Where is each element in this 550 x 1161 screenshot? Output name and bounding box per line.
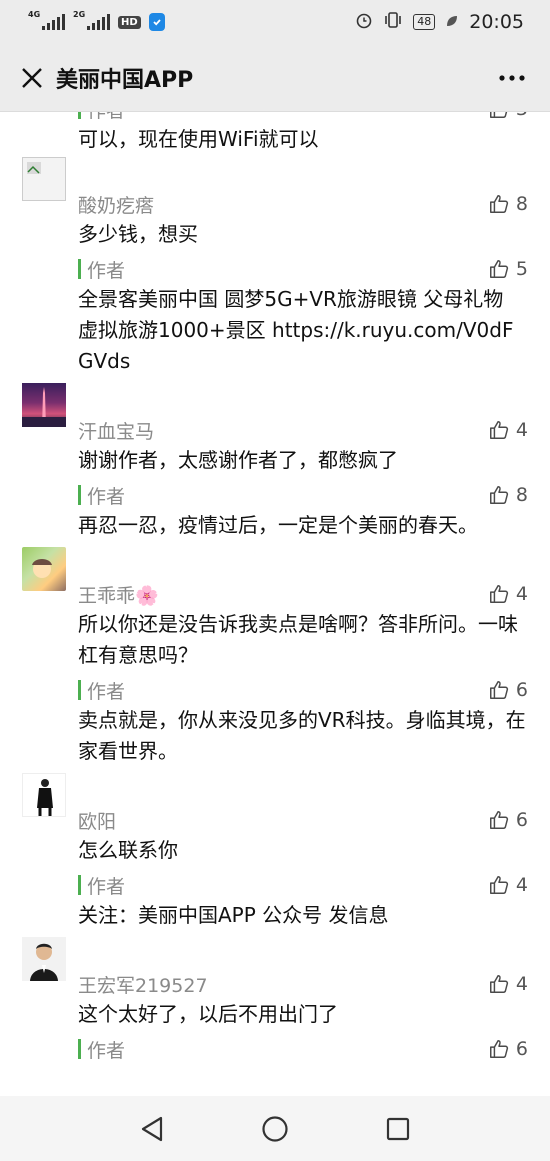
comment-text: 谢谢作者，太感谢作者了，都憋疯了 <box>78 448 398 472</box>
clock: 20:05 <box>469 11 524 33</box>
comment-item: 酸奶疙瘩 8 多少钱，想买 作者 5 全景客美丽中国 圆梦5G+VR旅游眼镜 父… <box>0 155 550 381</box>
author-label: 作者 <box>87 875 126 898</box>
like-button[interactable]: 4 <box>488 419 528 441</box>
like-button[interactable]: 6 <box>488 679 528 701</box>
like-button[interactable]: 8 <box>488 484 528 506</box>
battery-icon: 48 <box>413 14 436 30</box>
author-label: 作者 <box>87 1039 126 1062</box>
back-button[interactable] <box>127 1104 177 1154</box>
like-button[interactable]: 3 <box>488 112 528 120</box>
avatar[interactable] <box>22 383 66 427</box>
like-button[interactable]: 8 <box>488 193 528 215</box>
comment-text: 怎么联系你 <box>78 838 178 862</box>
like-button[interactable]: 6 <box>488 1038 528 1060</box>
like-button[interactable]: 4 <box>488 874 528 896</box>
thumbs-up-icon <box>489 811 508 829</box>
reply-text: 再忍一忍，疫情过后，一定是个美丽的春天。 <box>78 513 478 537</box>
comment-item: 汗血宝马 4 谢谢作者，太感谢作者了，都憋疯了 作者 8 再忍一忍，疫情过后，一… <box>0 381 550 545</box>
comment-item: 欧阳 6 怎么联系你 作者 4 关注：美丽中国APP 公众号 发信息 <box>0 771 550 935</box>
like-button[interactable]: 6 <box>488 809 528 831</box>
recents-square-icon <box>387 1117 410 1140</box>
page-title: 美丽中国APP <box>56 67 194 93</box>
like-button[interactable]: 4 <box>488 973 528 995</box>
comment-text: 所以你还是没告诉我卖点是啥啊？答非所问。一味杠有意思吗？ <box>78 612 518 667</box>
recents-button[interactable] <box>373 1104 423 1154</box>
app-header: 美丽中国APP <box>0 44 550 112</box>
avatar[interactable] <box>22 547 66 591</box>
thumbs-up-icon <box>489 260 508 278</box>
commenter-name[interactable]: 欧阳 <box>78 807 116 834</box>
signal-icon-sim1: 4G <box>28 11 65 30</box>
thumbs-up-icon <box>489 486 508 504</box>
thumbs-up-icon <box>489 876 508 894</box>
status-bar: 4G 2G HD 48 20:05 <box>0 0 550 44</box>
vibrate-icon <box>383 11 403 34</box>
commenter-name[interactable]: 汗血宝马 <box>78 417 154 444</box>
system-nav-bar <box>0 1096 550 1161</box>
thumbs-up-icon <box>489 112 508 118</box>
more-button[interactable] <box>490 56 534 100</box>
thumbs-up-icon <box>489 421 508 439</box>
comment-item: 王宏军219527 4 这个太好了，以后不用出门了 作者 6 <box>0 935 550 1068</box>
hd-badge: HD <box>118 15 141 29</box>
comment-list[interactable]: 作者 3 可以，现在使用WiFi就可以 酸奶疙瘩 8 多少钱，想买 <box>0 112 550 1096</box>
home-circle-icon <box>262 1115 288 1142</box>
comment-text: 多少钱，想买 <box>78 222 198 246</box>
leaf-icon <box>445 12 459 33</box>
thumbs-up-icon <box>489 195 508 213</box>
avatar[interactable] <box>22 157 66 201</box>
close-button[interactable] <box>4 50 60 106</box>
commenter-name[interactable]: 王宏军219527 <box>78 971 208 998</box>
avatar[interactable] <box>22 937 66 981</box>
thumbs-up-icon <box>489 1040 508 1058</box>
more-icon <box>499 74 525 81</box>
comment-item: 王乖乖🌸 4 所以你还是没告诉我卖点是啥啊？答非所问。一味杠有意思吗？ 作者 6… <box>0 545 550 771</box>
reply-text: 卖点就是，你从来没见多的VR科技。身临其境，在家看世界。 <box>78 708 526 763</box>
home-button[interactable] <box>250 1104 300 1154</box>
commenter-name[interactable]: 王乖乖🌸 <box>78 581 159 608</box>
signal-icon-sim2: 2G <box>73 11 110 30</box>
author-label: 作者 <box>87 485 126 508</box>
comment-text: 这个太好了，以后不用出门了 <box>78 1002 338 1026</box>
reply-text: 可以，现在使用WiFi就可以 <box>78 127 319 151</box>
reply-text: 全景客美丽中国 圆梦5G+VR旅游眼镜 父母礼物 虚拟旅游1000+景区 htt… <box>78 287 514 373</box>
commenter-name[interactable]: 酸奶疙瘩 <box>78 191 154 218</box>
thumbs-up-icon <box>489 975 508 993</box>
like-button[interactable]: 5 <box>488 258 528 280</box>
shield-icon <box>148 13 165 31</box>
thumbs-up-icon <box>489 585 508 603</box>
like-button[interactable]: 4 <box>488 583 528 605</box>
avatar[interactable] <box>22 773 66 817</box>
author-label: 作者 <box>87 680 126 703</box>
author-label: 作者 <box>87 259 126 282</box>
reply-text: 关注：美丽中国APP 公众号 发信息 <box>78 903 389 927</box>
alarm-icon <box>355 11 373 34</box>
close-icon <box>22 67 42 88</box>
thumbs-up-icon <box>489 681 508 699</box>
reply-partial: 作者 3 可以，现在使用WiFi就可以 <box>0 112 550 155</box>
back-triangle-icon <box>141 1116 162 1141</box>
